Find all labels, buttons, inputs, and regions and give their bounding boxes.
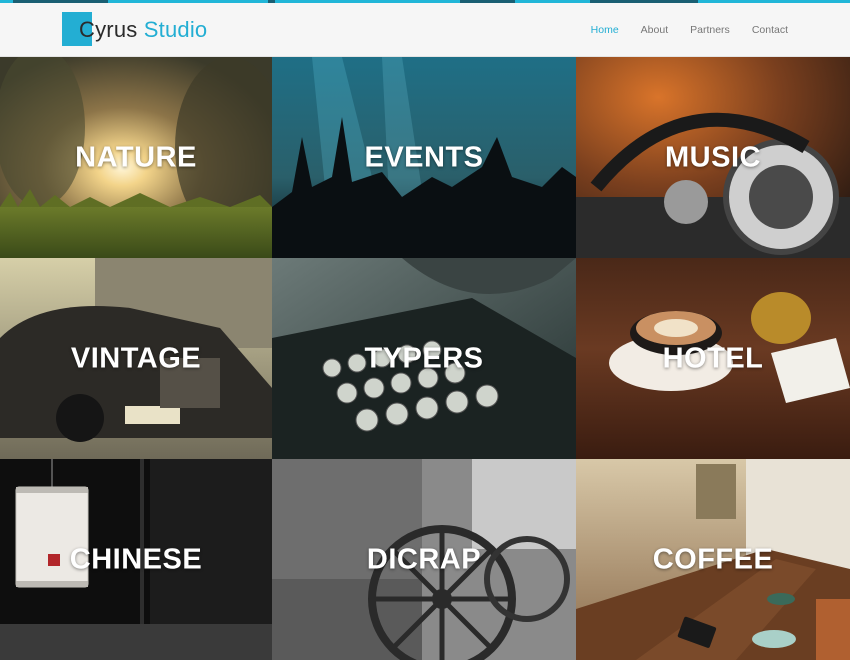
tile-label: MUSIC [665, 141, 761, 173]
tile-label: NATURE [75, 141, 197, 173]
nav-home[interactable]: Home [591, 24, 619, 36]
brand-logo[interactable]: Cyrus Studio [62, 12, 207, 48]
tile-typers[interactable]: TYPERS [272, 258, 576, 459]
tile-label: CHINESE [69, 543, 203, 575]
tile-label: VINTAGE [70, 342, 202, 374]
nav-about[interactable]: About [641, 24, 668, 36]
tile-label: TYPERS [364, 342, 484, 374]
tile-vintage[interactable]: VINTAGE [0, 258, 272, 459]
tile-events[interactable]: EVENTS [272, 57, 576, 258]
brand-name-second: Studio [143, 17, 208, 42]
tile-nature[interactable]: NATURE [0, 57, 272, 258]
tile-coffee[interactable]: COFFEE [576, 459, 850, 660]
main-nav: Home About Partners Contact [569, 3, 788, 57]
tile-hotel[interactable]: HOTEL [576, 258, 850, 459]
portfolio-grid: NATURE EVENTS MUSIC VINTAGE TYPERS HOTEL… [0, 57, 850, 660]
tile-label: COFFEE [652, 543, 774, 575]
tile-label: HOTEL [662, 342, 764, 374]
tile-music[interactable]: MUSIC [576, 57, 850, 258]
tile-label: EVENTS [364, 141, 484, 173]
nav-partners[interactable]: Partners [690, 24, 730, 36]
tile-label: DICRAP [366, 543, 482, 575]
tile-chinese[interactable]: CHINESE [0, 459, 272, 660]
brand-name-first: Cyrus [79, 17, 138, 42]
nav-contact[interactable]: Contact [752, 24, 788, 36]
tile-dicrap[interactable]: DICRAP [272, 459, 576, 660]
site-header: Cyrus Studio Home About Partners Contact [0, 3, 850, 57]
